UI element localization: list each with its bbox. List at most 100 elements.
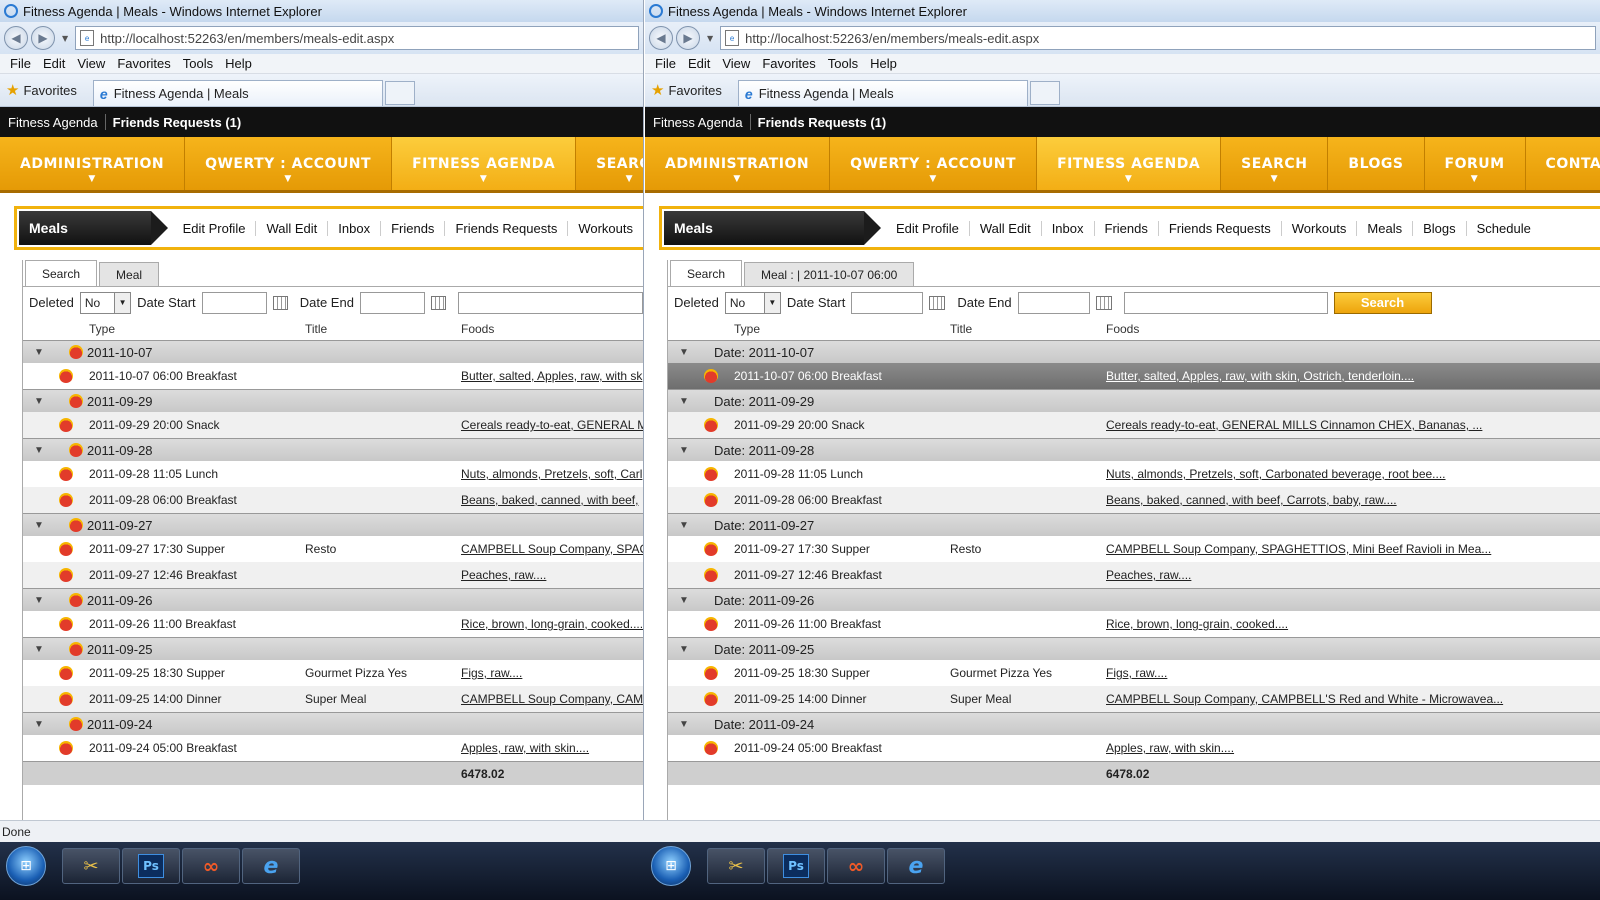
taskbar-app-button[interactable]: ∞ [827, 848, 885, 884]
menu-tools[interactable]: Tools [183, 56, 213, 71]
history-dropdown-icon[interactable]: ▼ [707, 34, 713, 43]
menu-help[interactable]: Help [225, 56, 252, 71]
table-row[interactable]: 2011-09-26 11:00 Breakfast Rice, brown, l… [23, 611, 643, 637]
table-row[interactable]: 2011-10-07 06:00 Breakfast Butter, salted… [23, 363, 643, 389]
chevron-down-icon[interactable]: ▼ [23, 719, 55, 730]
browser-tab[interactable]: e Fitness Agenda | Meals [92, 80, 383, 106]
menu-file[interactable]: File [10, 56, 31, 71]
nav-account[interactable]: QWERTY : ACCOUNT ▼ [185, 137, 393, 190]
group-header[interactable]: ▼ Date: 2011-09-26 [668, 588, 1600, 611]
foods-link[interactable]: Figs, raw.... [461, 666, 522, 680]
column-title[interactable]: Title [950, 322, 972, 336]
calendar-icon[interactable] [431, 295, 447, 310]
group-header[interactable]: ▼ 2011-09-26 [23, 588, 643, 611]
group-header[interactable]: ▼ 2011-09-27 [23, 513, 643, 536]
history-dropdown-icon[interactable]: ▼ [62, 34, 68, 43]
table-row[interactable]: 2011-09-24 05:00 Breakfast Apples, raw, w… [668, 735, 1600, 761]
menu-view[interactable]: View [722, 56, 750, 71]
search-button[interactable]: Search [1333, 291, 1432, 314]
nav-account[interactable]: QWERTY : ACCOUNT ▼ [830, 137, 1038, 190]
foods-link[interactable]: Peaches, raw.... [1106, 568, 1191, 582]
chevron-down-icon[interactable]: ▼ [23, 396, 55, 407]
table-row[interactable]: 2011-09-27 17:30 Supper Resto CAMPBELL Sou… [23, 536, 643, 562]
column-title[interactable]: Title [305, 322, 327, 336]
chevron-down-icon[interactable]: ▼ [668, 520, 700, 531]
table-row[interactable]: 2011-09-28 11:05 Lunch Nuts, almonds, Pre… [23, 461, 643, 487]
calendar-icon[interactable] [273, 295, 288, 310]
group-header[interactable]: ▼ 2011-09-24 [23, 712, 643, 735]
group-header[interactable]: ▼ Date: 2011-09-25 [668, 637, 1600, 660]
table-row[interactable]: 2011-09-28 06:00 Breakfast Beans, baked, … [668, 487, 1600, 513]
date-end-input[interactable] [359, 291, 426, 314]
chevron-down-icon[interactable]: ▼ [668, 719, 700, 730]
menu-view[interactable]: View [77, 56, 105, 71]
chevron-down-icon[interactable]: ▼ [23, 520, 55, 531]
table-row[interactable]: 2011-09-27 17:30 Supper Resto CAMPBELL Sou… [668, 536, 1600, 562]
new-tab-button[interactable] [384, 81, 415, 105]
table-row[interactable]: 2011-09-29 20:00 Snack Cereals ready-to-e… [668, 412, 1600, 438]
taskbar-app-button[interactable]: ∞ [182, 848, 240, 884]
chevron-down-icon[interactable]: ▼ [668, 595, 700, 606]
foods-link[interactable]: Cereals ready-to-eat, GENERAL MILLS Cinn… [1106, 418, 1482, 432]
column-type[interactable]: Type [734, 322, 760, 336]
tab-meal[interactable]: Meal : | 2011-10-07 06:00 [744, 262, 915, 286]
group-header[interactable]: ▼ 2011-09-28 [23, 438, 643, 461]
taskbar-tools-button[interactable]: ✂ [62, 848, 120, 884]
table-row[interactable]: 2011-09-28 11:05 Lunch Nuts, almonds, Pre… [668, 461, 1600, 487]
chevron-down-icon[interactable]: ▼ [668, 644, 700, 655]
group-header[interactable]: ▼ 2011-10-07 [23, 340, 643, 363]
chevron-down-icon[interactable]: ▼ [23, 347, 55, 358]
date-start-input[interactable] [201, 291, 268, 314]
subnav-blogs[interactable]: Blogs [1413, 220, 1467, 236]
table-row[interactable]: 2011-09-25 14:00 Dinner Super Meal CAMPBEL… [23, 686, 643, 712]
menu-help[interactable]: Help [870, 56, 897, 71]
windows-start-icon[interactable]: ⊞ [651, 846, 691, 886]
foods-link[interactable]: Peaches, raw.... [461, 568, 546, 582]
subnav-inbox[interactable]: Inbox [1042, 220, 1095, 236]
menu-tools[interactable]: Tools [828, 56, 858, 71]
subnav-friends[interactable]: Friends [381, 220, 446, 236]
browser-tab[interactable]: e Fitness Agenda | Meals [737, 80, 1028, 106]
new-tab-button[interactable] [1029, 81, 1060, 105]
date-end-input[interactable] [1017, 291, 1090, 314]
nav-administration[interactable]: ADMINISTRATION ▼ [0, 137, 186, 190]
table-row[interactable]: 2011-09-27 12:46 Breakfast Peaches, raw..… [668, 562, 1600, 588]
calendar-icon[interactable] [929, 295, 946, 310]
tab-search[interactable]: Search [25, 260, 98, 286]
chevron-down-icon[interactable]: ▼ [23, 595, 55, 606]
table-row[interactable]: 2011-09-26 11:00 Breakfast Rice, brown, l… [668, 611, 1600, 637]
chevron-down-icon[interactable]: ▼ [23, 445, 55, 456]
foods-link[interactable]: CAMPBELL Soup Company, CAMPBELL'S Red an… [1106, 692, 1503, 706]
group-header[interactable]: ▼ Date: 2011-09-29 [668, 389, 1600, 412]
table-row[interactable]: 2011-09-28 06:00 Breakfast Beans, baked, … [23, 487, 643, 513]
favorites-star-icon[interactable]: ★ [6, 81, 19, 99]
favorites-label[interactable]: Favorites [23, 83, 76, 98]
menu-file[interactable]: File [655, 56, 676, 71]
friend-requests-link[interactable]: Friends Requests (1) [758, 115, 887, 130]
group-header[interactable]: ▼ 2011-09-29 [23, 389, 643, 412]
chevron-down-icon[interactable]: ▼ [23, 644, 55, 655]
foods-link[interactable]: Apples, raw, with skin.... [461, 741, 589, 755]
tab-meal[interactable]: Meal [99, 262, 160, 286]
subnav-edit-profile[interactable]: Edit Profile [173, 220, 257, 236]
menu-edit[interactable]: Edit [43, 56, 65, 71]
table-row[interactable]: 2011-09-29 20:00 Snack Cereals ready-to-e… [23, 412, 643, 438]
nav-administration[interactable]: ADMINISTRATION ▼ [645, 137, 831, 190]
menu-favorites[interactable]: Favorites [117, 56, 170, 71]
forward-icon[interactable]: ▶ [676, 26, 700, 50]
foods-link[interactable]: Beans, baked, canned, with beef, Carrots… [1106, 493, 1397, 507]
table-row[interactable]: 2011-10-07 06:00 Breakfast Butter, salted… [668, 363, 1600, 389]
back-icon[interactable]: ◀ [649, 26, 673, 50]
foods-link[interactable]: Rice, brown, long-grain, cooked.... [461, 617, 643, 631]
subnav-meals[interactable]: Meals [1357, 220, 1414, 236]
nav-forum[interactable]: FORUM ▼ [1425, 137, 1526, 190]
taskbar-ie-button[interactable]: e [887, 848, 945, 884]
group-header[interactable]: ▼ 2011-09-25 [23, 637, 643, 660]
group-header[interactable]: ▼ Date: 2011-09-24 [668, 712, 1600, 735]
subnav-friends-requests[interactable]: Friends Requests [1159, 220, 1282, 236]
nav-search[interactable]: SEARCH ▼ [576, 137, 643, 190]
favorites-star-icon[interactable]: ★ [651, 81, 664, 99]
forward-icon[interactable]: ▶ [31, 26, 55, 50]
subnav-schedule[interactable]: Schedule [1467, 221, 1541, 236]
foods-link[interactable]: CAMPBELL Soup Company, SPAGHETTIOS, Mini… [1106, 542, 1491, 556]
